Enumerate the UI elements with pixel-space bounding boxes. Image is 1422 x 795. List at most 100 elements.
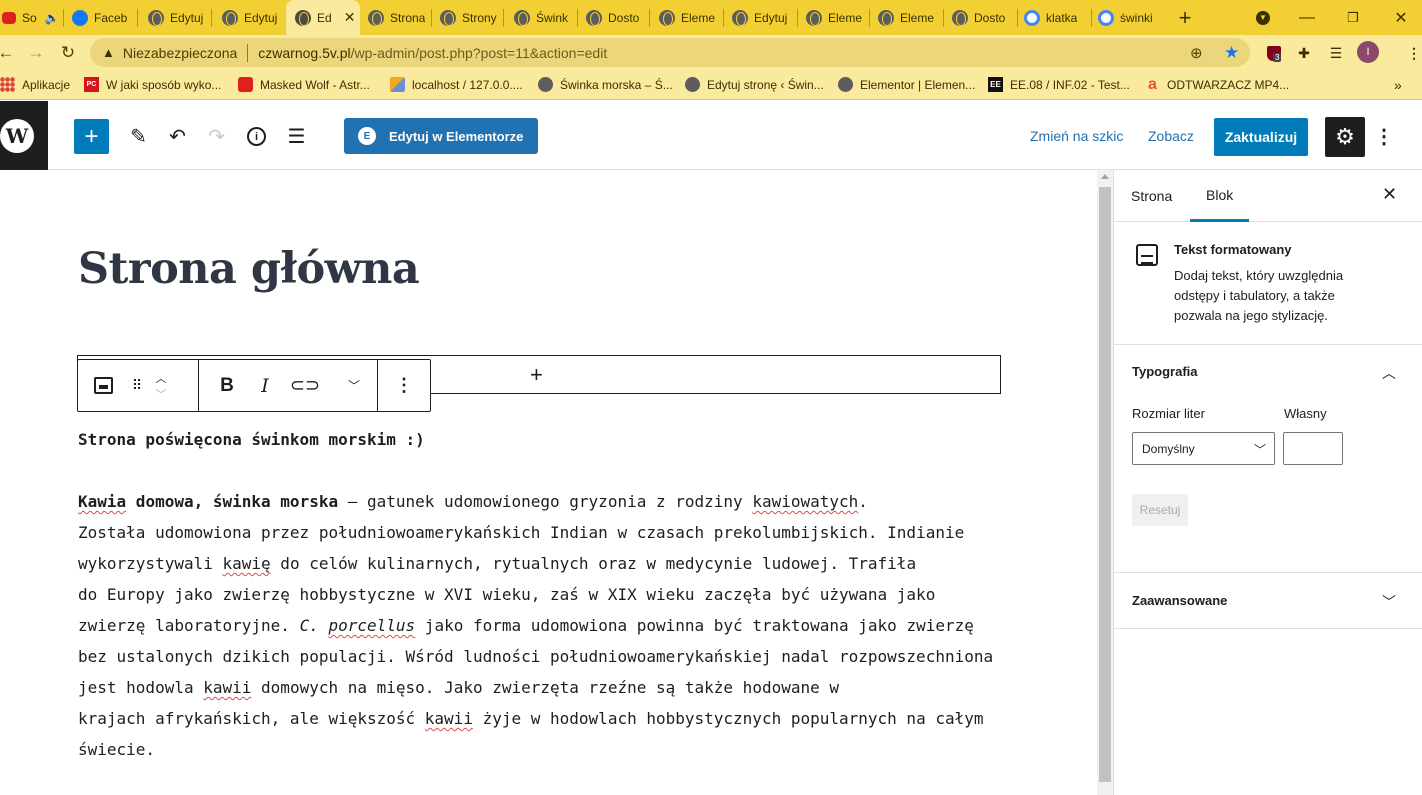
- security-label[interactable]: Niezabezpieczona: [123, 45, 237, 61]
- text-run: domowych na mięso. Jako zwierzęta rzeźne…: [251, 678, 840, 697]
- close-window-icon[interactable]: ✕: [1388, 0, 1414, 35]
- browser-tab[interactable]: Edytuj: [214, 0, 286, 35]
- new-tab-icon[interactable]: +: [1172, 0, 1198, 35]
- browser-tab[interactable]: Edytuj: [726, 0, 798, 35]
- typography-panel-toggle[interactable]: Typografia: [1132, 364, 1198, 379]
- chrome-menu-icon[interactable]: ⋮: [1404, 43, 1422, 63]
- tab-search-icon[interactable]: ▼: [1250, 0, 1276, 35]
- browser-tab[interactable]: Śwink: [506, 0, 578, 35]
- extensions-puzzle-icon[interactable]: ✚: [1294, 43, 1314, 63]
- browser-tab[interactable]: Eleme: [652, 0, 724, 35]
- browser-toolbar: ← → ↻ ▲ Niezabezpieczona czwarnog.5v.pl/…: [0, 35, 1422, 70]
- profile-avatar[interactable]: I: [1357, 41, 1379, 63]
- update-button[interactable]: Zaktualizuj: [1214, 118, 1308, 156]
- view-button[interactable]: Zobacz: [1148, 118, 1194, 154]
- apps-grid-icon: [0, 77, 15, 92]
- warning-icon[interactable]: ▲: [102, 45, 115, 60]
- back-icon[interactable]: ←: [0, 41, 18, 65]
- text-run: jest hodowla: [78, 678, 204, 697]
- bookmark-item[interactable]: a ODTWARZACZ MP4...: [1145, 70, 1289, 99]
- add-block-button[interactable]: +: [74, 119, 109, 154]
- list-view-icon[interactable]: ☰: [279, 119, 314, 154]
- bookmark-item[interactable]: Świnka morska – Ś...: [538, 70, 673, 99]
- media-queue-icon[interactable]: ☰: [1326, 43, 1346, 63]
- font-size-select[interactable]: Domyślny ﹀: [1132, 432, 1275, 465]
- url-text[interactable]: czwarnog.5v.pl/wp-admin/post.php?post=11…: [258, 45, 607, 61]
- bookmark-label: ODTWARZACZ MP4...: [1167, 77, 1290, 92]
- edit-with-elementor-button[interactable]: E Edytuj w Elementorze: [344, 118, 538, 154]
- more-options-icon[interactable]: ⋮: [1372, 119, 1396, 154]
- chevron-up-icon[interactable]: ︿: [1382, 363, 1396, 383]
- switch-to-draft-button[interactable]: Zmień na szkic: [1030, 118, 1123, 154]
- a-logo-icon: a: [1148, 75, 1157, 93]
- info-icon[interactable]: i: [239, 119, 274, 154]
- settings-gear-icon[interactable]: ⚙: [1325, 117, 1365, 157]
- move-up-icon[interactable]: ︿: [156, 370, 167, 386]
- bookmark-item[interactable]: PC W jaki sposób wyko...: [84, 70, 221, 99]
- browser-tab[interactable]: świnki: [1094, 0, 1164, 35]
- ee-icon: EE: [988, 77, 1003, 92]
- speaker-icon[interactable]: 🔈: [45, 11, 60, 25]
- drag-handle-icon[interactable]: ⠿: [128, 360, 146, 411]
- tab-label: klatka: [1046, 10, 1078, 25]
- browser-tab[interactable]: klatka: [1020, 0, 1092, 35]
- bookmark-apps[interactable]: Aplikacje: [0, 70, 70, 99]
- browser-tab-strip: So 🔈 Faceb Edytuj Edytuj Ed ✕ Strona Str…: [0, 0, 1422, 35]
- reset-button[interactable]: Resetuj: [1132, 494, 1188, 526]
- tab-block[interactable]: Blok: [1190, 170, 1250, 222]
- block-toolbar-group-block: ⠿ ︿ ﹀: [78, 360, 199, 411]
- redo-icon[interactable]: ↷: [199, 119, 234, 154]
- ublock-extension-icon[interactable]: 3: [1264, 43, 1284, 63]
- editor-scrollbar[interactable]: [1097, 170, 1113, 795]
- bold-icon[interactable]: B: [199, 360, 251, 411]
- block-options-icon[interactable]: ⋮: [378, 360, 430, 411]
- advanced-panel-toggle[interactable]: Zaawansowane: [1132, 593, 1227, 608]
- preformatted-block[interactable]: Strona poświęcona świnkom morskim :) Kaw…: [78, 424, 1078, 765]
- minimize-icon[interactable]: —: [1294, 0, 1320, 35]
- globe-icon: [952, 9, 968, 26]
- custom-font-size-input[interactable]: [1283, 432, 1343, 465]
- close-tab-icon[interactable]: ✕: [344, 9, 356, 26]
- browser-tab-active[interactable]: Ed ✕: [286, 0, 360, 35]
- browser-tab[interactable]: Edytuj: [140, 0, 212, 35]
- tab-page[interactable]: Strona: [1131, 170, 1172, 222]
- chevron-down-icon[interactable]: ﹀: [331, 360, 377, 411]
- wordpress-logo[interactable]: W: [0, 101, 48, 170]
- chevron-down-icon[interactable]: ﹀: [1382, 592, 1396, 612]
- close-icon[interactable]: ✕: [1382, 184, 1397, 205]
- zoom-icon[interactable]: ⊕: [1190, 38, 1203, 67]
- link-icon[interactable]: ⊂⊃: [279, 360, 331, 411]
- browser-tab[interactable]: Eleme: [872, 0, 944, 35]
- reload-icon[interactable]: ↻: [56, 41, 80, 65]
- forward-icon[interactable]: →: [24, 41, 48, 65]
- move-down-icon[interactable]: ﹀: [156, 386, 167, 402]
- scrollbar-thumb[interactable]: [1099, 187, 1111, 782]
- bookmark-item[interactable]: EE EE.08 / INF.02 - Test...: [988, 70, 1130, 99]
- italic-icon[interactable]: I: [251, 360, 279, 411]
- block-mover: ︿ ﹀: [146, 360, 176, 411]
- browser-tab[interactable]: Strona: [362, 0, 432, 35]
- post-title[interactable]: Strona główna: [78, 244, 420, 294]
- bookmark-item[interactable]: Masked Wolf - Astr...: [238, 70, 370, 99]
- bookmarks-overflow[interactable]: »: [1394, 70, 1402, 99]
- address-bar[interactable]: ▲ Niezabezpieczona czwarnog.5v.pl/wp-adm…: [90, 38, 1250, 67]
- bookmark-item[interactable]: Edytuj stronę ‹ Świn...: [685, 70, 824, 99]
- pencil-icon[interactable]: ✎: [121, 119, 156, 154]
- restore-icon[interactable]: ❐: [1340, 0, 1366, 35]
- browser-tab[interactable]: Dosto: [580, 0, 650, 35]
- browser-tab[interactable]: Dosto: [946, 0, 1018, 35]
- browser-tab[interactable]: So 🔈: [0, 0, 64, 35]
- typography-panel: Typografia ︿ Rozmiar liter Własny Domyśl…: [1114, 345, 1422, 573]
- browser-tab[interactable]: Strony: [434, 0, 504, 35]
- undo-icon[interactable]: ↶: [160, 119, 195, 154]
- bookmark-item[interactable]: Elementor | Elemen...: [838, 70, 975, 99]
- scroll-up-arrow-icon[interactable]: [1101, 174, 1109, 179]
- preformatted-block-icon[interactable]: [78, 360, 128, 411]
- browser-tab[interactable]: Eleme: [800, 0, 870, 35]
- browser-tab[interactable]: Faceb: [66, 0, 138, 35]
- add-block-icon[interactable]: +: [530, 362, 543, 388]
- intro-line: Strona poświęcona świnkom morskim :): [78, 430, 425, 449]
- bookmark-item[interactable]: localhost / 127.0.0....: [390, 70, 523, 99]
- bookmark-star-icon[interactable]: ★: [1224, 38, 1239, 67]
- tab-label: Ed: [317, 10, 332, 25]
